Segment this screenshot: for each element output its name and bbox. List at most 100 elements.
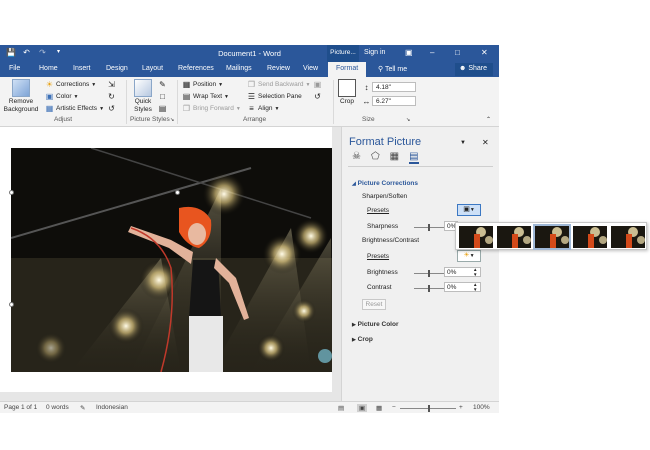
align-button[interactable]: ≡ Align ▼ [247, 104, 279, 113]
group-objects-icon[interactable]: ▣ [313, 80, 322, 89]
align-label: Align [258, 105, 273, 112]
resize-handle[interactable] [9, 190, 14, 195]
preset-thumbnail[interactable] [497, 226, 531, 248]
minimize-icon[interactable]: – [430, 48, 434, 57]
sharpness-slider[interactable] [414, 224, 444, 231]
effects-icon[interactable]: ⬠ [371, 151, 380, 164]
picture-layout-icon[interactable]: ▤ [158, 104, 167, 113]
picture-icon[interactable]: ▤ [409, 151, 419, 164]
wrap-text-button[interactable]: ▤ Wrap Text ▼ [182, 92, 229, 101]
page-count[interactable]: Page 1 of 1 [4, 404, 37, 411]
reset-picture-icon[interactable]: ↺ [107, 104, 116, 113]
word-count[interactable]: 0 words [46, 404, 69, 411]
change-picture-icon[interactable]: ↻ [107, 92, 116, 101]
tab-format[interactable]: Format [328, 62, 367, 77]
selected-picture[interactable] [11, 148, 332, 372]
tab-view[interactable]: View [303, 65, 318, 72]
position-button[interactable]: ▦ Position ▼ [182, 80, 223, 89]
crop-header[interactable]: ▶ Crop [352, 336, 373, 343]
reset-button[interactable]: Reset [362, 299, 386, 310]
height-input[interactable]: 4.18" [372, 82, 416, 92]
artistic-effects-button[interactable]: ▦ Artistic Effects ▼ [45, 104, 104, 113]
selection-pane-button[interactable]: ☰ Selection Pane [247, 92, 302, 101]
fill-line-icon[interactable]: ☠ [352, 151, 361, 164]
selection-pane-icon: ☰ [247, 92, 256, 101]
ribbon: Remove Background ☀ Corrections ▼ ▣ Color… [0, 77, 499, 127]
picture-border-icon[interactable]: ✎ [158, 80, 167, 89]
spinner-arrows-icon[interactable]: ▲ ▼ [473, 282, 477, 292]
rotate-icon[interactable]: ↺ [313, 92, 322, 101]
sharpen-presets-dropdown[interactable]: ▣▼ [457, 204, 481, 216]
corrections-button[interactable]: ☀ Corrections ▼ [45, 80, 96, 89]
dialog-launcher-icon[interactable]: ↘ [406, 117, 410, 123]
picture-effects-icon[interactable]: □ [158, 92, 167, 101]
tab-home[interactable]: Home [39, 65, 58, 72]
share-label: Share [468, 65, 488, 72]
preset-thumbnail-selected[interactable] [533, 224, 571, 250]
crop-button[interactable]: Crop [337, 79, 357, 106]
tab-insert[interactable]: Insert [73, 65, 91, 72]
chevron-down-icon: ▼ [91, 81, 97, 88]
tab-references[interactable]: References [178, 65, 214, 72]
pane-divider [348, 166, 493, 167]
share-button[interactable]: ☻ Share [455, 63, 493, 76]
dialog-launcher-icon[interactable]: ↘ [170, 117, 174, 123]
brightness-slider[interactable] [414, 270, 444, 277]
language[interactable]: Indonesian [96, 404, 128, 411]
tab-review[interactable]: Review [267, 65, 290, 72]
zoom-slider[interactable] [400, 405, 456, 412]
quick-styles-button[interactable]: Quick Styles [130, 79, 156, 114]
picture-color-header[interactable]: ▶ Picture Color [352, 321, 398, 328]
format-picture-pane: Format Picture ▼ ✕ ☠ ⬠ ▦ ▤ ◢ Picture Cor… [341, 127, 499, 401]
brightness-presets-dropdown[interactable]: ☀▼ [457, 250, 481, 262]
corrections-icon: ☀ [45, 80, 54, 89]
spinner-arrows-icon[interactable]: ▲ ▼ [473, 267, 477, 277]
print-layout-icon[interactable]: ▣ [357, 404, 368, 412]
pane-options-icon[interactable]: ▼ [460, 140, 466, 146]
proofing-icon[interactable]: ✎ [80, 404, 85, 412]
tell-me-search[interactable]: ⚲ Tell me [378, 65, 407, 73]
remove-background-button[interactable]: Remove Background [3, 79, 39, 114]
bring-forward-button[interactable]: ❐ Bring Forward ▼ [182, 104, 241, 113]
preset-thumbnail[interactable] [573, 226, 607, 248]
web-layout-icon[interactable]: ▦ [376, 404, 382, 412]
preset-thumbnail-image [535, 226, 569, 248]
tab-mailings[interactable]: Mailings [226, 65, 252, 72]
send-backward-button[interactable]: ❐ Send Backward ▼ [247, 80, 311, 89]
preset-thumbnail[interactable] [611, 226, 645, 248]
sign-in-link[interactable]: Sign in [364, 49, 385, 56]
tab-design[interactable]: Design [106, 65, 128, 72]
brightness-slider-thumb[interactable] [428, 270, 430, 277]
read-mode-icon[interactable]: ▤ [338, 404, 344, 412]
zoom-in-icon[interactable]: + [459, 404, 463, 411]
group-label-adjust: Adjust [54, 116, 73, 123]
document-area[interactable] [0, 127, 341, 401]
document-title: Document1 - Word [218, 49, 281, 58]
close-pane-icon[interactable]: ✕ [482, 138, 489, 147]
compress-pictures-icon[interactable]: ⇲ [107, 80, 116, 89]
preset-thumbnail[interactable] [459, 226, 493, 248]
contrast-slider-thumb[interactable] [428, 285, 430, 292]
maximize-icon[interactable]: □ [455, 48, 460, 57]
chevron-down-icon: ▼ [274, 105, 280, 112]
picture-corrections-label: Picture Corrections [357, 180, 418, 187]
close-window-icon[interactable]: ✕ [481, 48, 488, 57]
sharpness-slider-thumb[interactable] [428, 224, 430, 231]
resize-handle[interactable] [9, 302, 14, 307]
tab-file[interactable]: File [9, 65, 20, 72]
bring-forward-label: Bring Forward [193, 105, 234, 112]
resize-handle[interactable] [175, 190, 180, 195]
zoom-out-icon[interactable]: − [392, 404, 396, 411]
layout-properties-icon[interactable]: ▦ [390, 151, 399, 164]
width-input[interactable]: 6.27" [372, 96, 416, 106]
zoom-slider-thumb[interactable] [428, 405, 430, 412]
ribbon-display-icon[interactable]: ▣ [405, 48, 413, 57]
zoom-level[interactable]: 100% [473, 404, 490, 411]
align-icon: ≡ [249, 104, 254, 113]
tab-layout[interactable]: Layout [142, 65, 163, 72]
contrast-slider[interactable] [414, 285, 444, 292]
collapse-ribbon-icon[interactable]: ⌃ [486, 116, 491, 123]
picture-corrections-header[interactable]: ◢ Picture Corrections [352, 180, 418, 187]
color-button[interactable]: ▣ Color ▼ [45, 92, 79, 101]
document-page[interactable] [0, 127, 332, 392]
